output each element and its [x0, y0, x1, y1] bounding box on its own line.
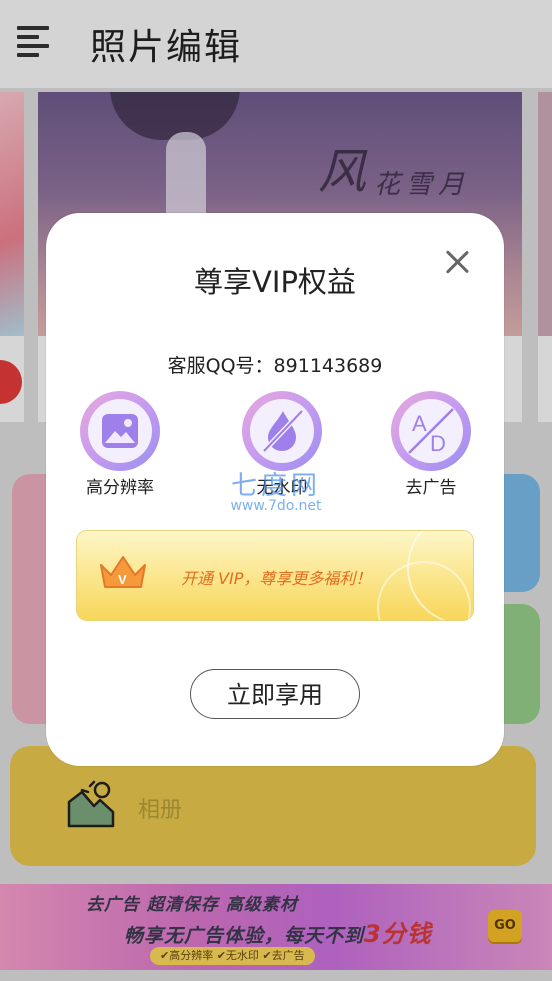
- svg-text:V: V: [118, 572, 127, 587]
- close-icon[interactable]: [442, 247, 472, 277]
- site-watermark: 七度网 www.7do.net: [230, 471, 322, 514]
- benefit-no-ads: A D 去广告: [371, 391, 491, 498]
- crown-icon: V: [100, 556, 146, 588]
- vip-banner-text: 开通 VIP，尊享更多福利！: [181, 569, 372, 588]
- enjoy-now-button[interactable]: 立即享用: [190, 669, 360, 719]
- vip-banner[interactable]: V 开通 VIP，尊享更多福利！: [77, 531, 473, 620]
- no-ads-icon: A D: [408, 408, 454, 456]
- dialog-title: 尊享VIP权益: [194, 265, 356, 299]
- svg-text:A: A: [412, 411, 427, 436]
- service-qq: 客服QQ号：891143689: [167, 355, 383, 377]
- image-icon: [102, 414, 138, 448]
- vip-dialog: 尊享VIP权益 客服QQ号：891143689 高分辨率 无水印 A D 去广告…: [46, 213, 504, 766]
- benefit-high-resolution: 高分辨率: [60, 391, 180, 498]
- svg-text:D: D: [430, 431, 446, 456]
- no-watermark-icon: [262, 409, 304, 453]
